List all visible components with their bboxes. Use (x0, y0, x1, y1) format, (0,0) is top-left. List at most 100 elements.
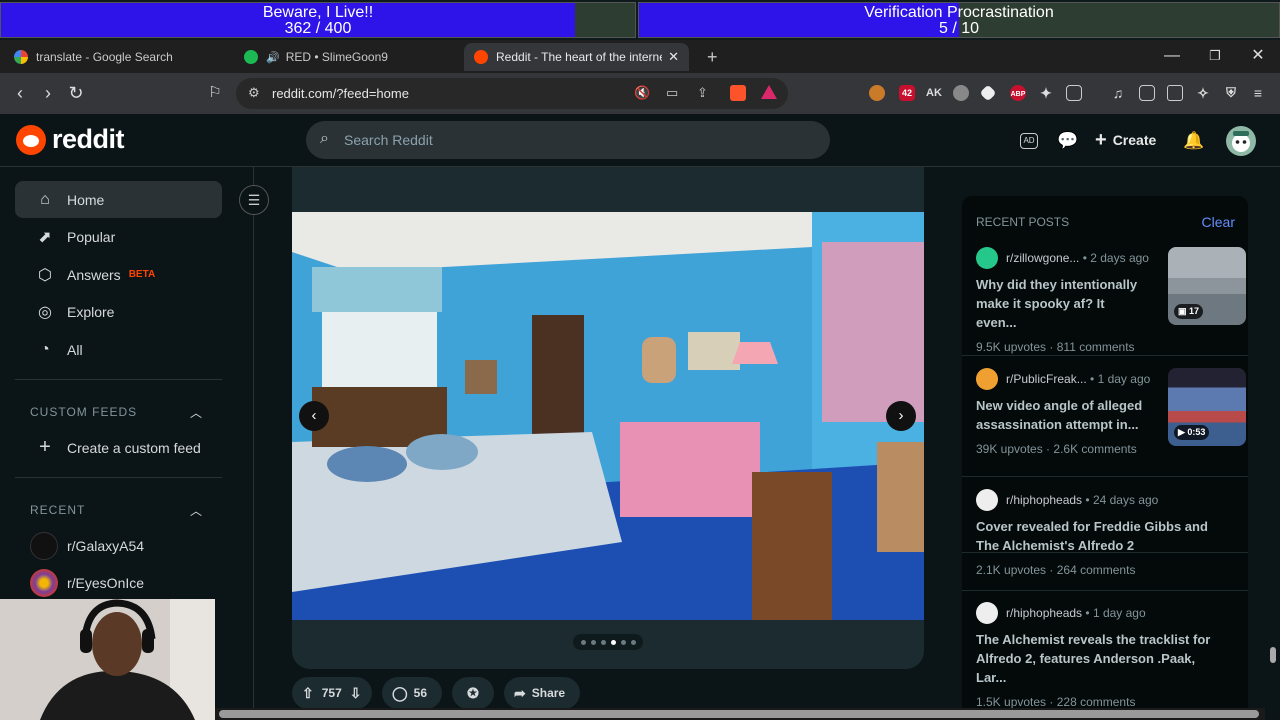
extension-badge-icon[interactable]: 42 (899, 85, 915, 101)
back-icon[interactable]: ‹ (8, 81, 32, 105)
brave-shields-icon[interactable] (730, 85, 746, 101)
clear-button[interactable]: Clear (1202, 214, 1235, 230)
extension-circle-icon[interactable] (953, 85, 969, 101)
avatar-snoo-icon (1232, 131, 1250, 152)
carousel-dot[interactable] (600, 639, 606, 645)
downvote-icon[interactable]: ⇩ (350, 685, 362, 702)
progress-title-1: Beware, I Live!! (262, 4, 374, 21)
address-bar[interactable]: ⚙ reddit.com/?feed=home 🔇 ▭ ⇪ (236, 78, 788, 109)
wallet-icon[interactable] (1167, 85, 1183, 101)
vpn-shield-icon[interactable]: ⛨ (1223, 85, 1239, 101)
post-thumbnail[interactable]: ▣ 17 (1168, 247, 1246, 325)
collapse-sidebar-button[interactable]: ☰ (239, 185, 269, 215)
extensions-puzzle-icon[interactable]: ✦ (1038, 85, 1054, 101)
tab-reddit[interactable]: Reddit - The heart of the internet ✕ (464, 43, 689, 71)
cast-icon[interactable]: ▭ (666, 85, 678, 101)
brave-rewards-icon[interactable] (761, 85, 777, 99)
post-title[interactable]: Why did they intentionally make it spook… (976, 275, 1146, 332)
forward-icon[interactable]: › (36, 81, 60, 105)
post-title[interactable]: New video angle of alleged assassination… (976, 396, 1146, 434)
mute-site-icon[interactable]: 🔇 (634, 85, 650, 101)
recent-community-item[interactable]: r/EyesOnIce (30, 569, 144, 597)
chevron-up-icon[interactable]: ︿ (190, 404, 202, 421)
recent-community-item[interactable]: r/GalaxyA54 (30, 532, 144, 560)
custom-feeds-heading[interactable]: CUSTOM FEEDS (30, 405, 137, 419)
award-button[interactable]: ✪ (452, 677, 494, 709)
comment-count: 56 (413, 686, 428, 700)
post-age: 1 day ago (1092, 606, 1146, 620)
chevron-up-icon[interactable]: ︿ (190, 502, 202, 519)
scrollbar-thumb[interactable] (1270, 647, 1276, 663)
post-title[interactable]: The Alchemist reveals the tracklist for … (976, 630, 1226, 687)
bookmark-icon[interactable]: ⚐ (203, 81, 227, 105)
search-input[interactable]: ⌕ Search Reddit (306, 121, 830, 159)
upvote-icon[interactable]: ⇧ (302, 685, 314, 702)
post-title[interactable]: Cover revealed for Freddie Gibbs and The… (976, 517, 1226, 555)
nav-popular[interactable]: ⬈ Popular (15, 218, 222, 255)
post-image-bedroom[interactable] (292, 212, 924, 620)
subreddit-icon (976, 489, 998, 511)
screenshot-icon[interactable] (1066, 85, 1082, 101)
spotify-icon (244, 50, 258, 64)
subreddit-name[interactable]: r/PublicFreak... (1006, 372, 1087, 386)
carousel-prev-button[interactable]: ‹ (299, 401, 329, 431)
close-window-icon[interactable]: ✕ (1238, 44, 1278, 68)
create-custom-feed-button[interactable]: + Create a custom feed (15, 429, 222, 466)
reddit-logo[interactable]: reddit (16, 124, 125, 155)
media-control-icon[interactable]: ♫ (1110, 85, 1126, 101)
search-icon: ⌕ (320, 130, 329, 147)
recent-post-item[interactable]: r/hiphopheads • 1 day ago The Alchemist … (976, 602, 1234, 709)
advertise-icon[interactable]: AD (1020, 133, 1038, 149)
recent-posts-panel: RECENT POSTS Clear r/zillowgone... • 2 d… (962, 196, 1248, 720)
adblock-plus-icon[interactable]: ABP (1010, 85, 1026, 101)
recent-post-item[interactable]: r/zillowgone... • 2 days ago Why did the… (976, 247, 1246, 354)
bedroom-photo (292, 212, 924, 620)
ak-extension-icon[interactable]: AK (926, 85, 942, 101)
share-button[interactable]: ➦ Share (504, 677, 580, 709)
menu-icon[interactable]: ≡ (1250, 85, 1266, 101)
notifications-bell-icon[interactable]: 🔔 (1183, 130, 1205, 152)
restore-icon[interactable]: ❐ (1195, 44, 1235, 68)
nav-all[interactable]: ◔ All (15, 331, 222, 368)
search-placeholder: Search Reddit (344, 132, 433, 148)
nav-explore[interactable]: ◎ Explore (15, 293, 222, 330)
recent-heading[interactable]: RECENT (30, 503, 85, 517)
carousel-dot[interactable] (580, 639, 586, 645)
nav-label: Home (67, 191, 105, 208)
comments-button[interactable]: ◯ 56 (382, 677, 442, 709)
share-page-icon[interactable]: ⇪ (697, 85, 708, 101)
speaker-icon[interactable]: 🔊 (266, 51, 280, 64)
create-button[interactable]: + Create (1095, 129, 1156, 151)
recent-post-item[interactable]: r/PublicFreak... • 1 day ago New video a… (976, 368, 1246, 456)
leo-ai-icon[interactable]: ✧ (1195, 85, 1211, 101)
scrollbar-thumb[interactable] (219, 710, 1259, 718)
reload-icon[interactable]: ↻ (64, 81, 88, 105)
community-name: r/EyesOnIce (67, 575, 145, 591)
carousel-dot[interactable] (620, 639, 626, 645)
carousel-dot[interactable] (610, 639, 616, 645)
carousel-next-button[interactable]: › (886, 401, 916, 431)
sidebar-icon[interactable] (1139, 85, 1155, 101)
tab-spotify[interactable]: 🔊 RED • SlimeGoon9 (234, 43, 459, 71)
extension-icon[interactable] (869, 85, 885, 101)
new-tab-button[interactable]: + (697, 43, 727, 71)
subreddit-name[interactable]: r/hiphopheads (1006, 493, 1082, 507)
nav-home[interactable]: ⌂ Home (15, 181, 222, 218)
user-avatar[interactable] (1226, 126, 1256, 156)
horizontal-scrollbar[interactable] (215, 708, 1265, 720)
nav-answers[interactable]: ⬡ Answers BETA (15, 256, 222, 293)
video-duration: 0:53 (1187, 427, 1206, 437)
minimize-icon[interactable]: — (1152, 44, 1192, 68)
vertical-scrollbar[interactable] (1266, 167, 1280, 708)
recent-post-item[interactable]: r/hiphopheads • 24 days ago Cover reveal… (976, 489, 1234, 577)
carousel-dot[interactable] (590, 639, 596, 645)
close-tab-icon[interactable]: ✕ (668, 49, 679, 65)
subreddit-name[interactable]: r/hiphopheads (1006, 606, 1082, 620)
carousel-dot[interactable] (630, 639, 636, 645)
subreddit-name[interactable]: r/zillowgone... (1006, 251, 1079, 265)
tab-google-search[interactable]: translate - Google Search (4, 43, 229, 71)
extension-diamond-icon[interactable] (979, 84, 997, 102)
post-thumbnail[interactable]: ▶ 0:53 (1168, 368, 1246, 446)
chat-icon[interactable]: 💬 (1057, 130, 1079, 152)
site-info-icon[interactable]: ⚙ (248, 85, 260, 101)
